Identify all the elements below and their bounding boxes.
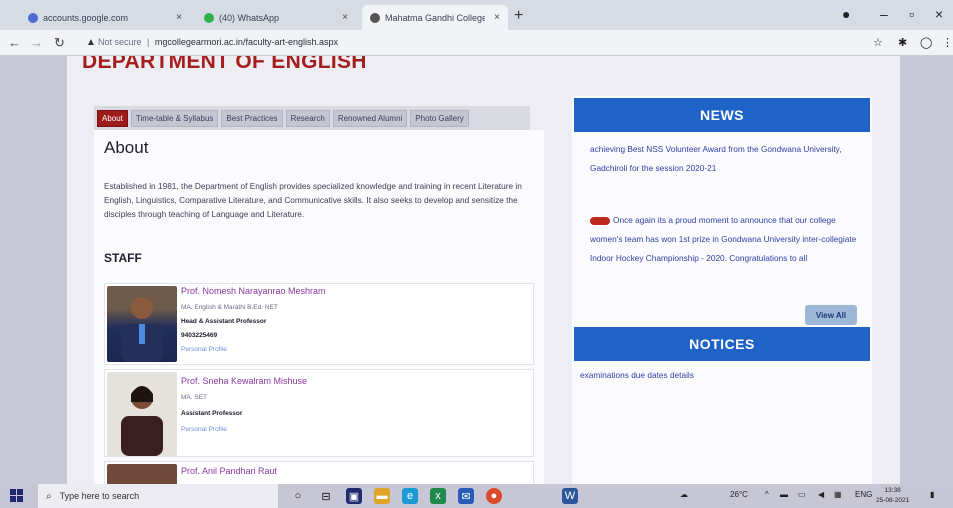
address-bar: ← → ↻ ▲ Not secure | mgcollegearmori.ac.… — [0, 30, 953, 56]
browser-tab-whatsapp[interactable]: (40) WhatsApp × — [196, 5, 356, 30]
new-tab-icon[interactable]: + — [514, 7, 523, 25]
taskbar: ⌕ Type here to search ○ ⊟ ▣ ▬ e x ✉ ● W … — [0, 484, 953, 508]
keyboard-icon[interactable]: ▦ — [834, 490, 842, 499]
cortana-icon[interactable]: ○ — [290, 488, 306, 504]
weather-icon[interactable]: ☁ — [680, 490, 688, 499]
notifications-icon[interactable]: ▮ — [930, 490, 934, 499]
task-view-icon[interactable]: ⊟ — [318, 488, 334, 504]
network-icon[interactable]: ▬ — [780, 490, 788, 499]
staff-qualification: MA. SET — [181, 394, 208, 401]
reload-icon[interactable]: ↻ — [54, 35, 65, 51]
profile-link[interactable]: Personal Profile — [181, 426, 227, 433]
tab-title: Mahatma Gandhi College Armor — [385, 12, 485, 23]
close-tab-icon[interactable]: × — [488, 12, 500, 23]
windows-start-icon[interactable] — [10, 489, 24, 503]
staff-designation: Head & Assistant Professor — [181, 318, 267, 325]
search-placeholder: Type here to search — [59, 491, 140, 501]
close-tab-icon[interactable]: × — [336, 12, 348, 23]
staff-name[interactable]: Prof. Sneha Kewalram Mishuse — [181, 376, 307, 386]
view-all-button[interactable]: View All — [805, 305, 857, 325]
mail-icon[interactable]: ✉ — [458, 488, 474, 504]
tray-chevron-icon[interactable]: ^ — [765, 490, 769, 499]
news-item[interactable]: Once again its a proud moment to announc… — [590, 211, 864, 268]
clock[interactable]: 13:38 25-08-2021 — [876, 486, 909, 506]
url-security: Not secure — [98, 37, 142, 47]
word-icon[interactable]: W — [562, 488, 578, 504]
staff-card: Prof. Nomesh Narayanrao Meshram MA. Engl… — [104, 283, 534, 365]
staff-photo — [107, 372, 177, 456]
staff-card: Prof. Anil Pandhari Raut — [104, 461, 534, 484]
url-host: mgcollegearmori.ac.in/faculty-art-englis… — [154, 37, 338, 47]
new-badge-icon — [590, 216, 610, 225]
browser-tab-google[interactable]: accounts.google.com × — [20, 5, 190, 30]
volume-icon[interactable]: ◀ — [818, 490, 824, 499]
profile-link[interactable]: Personal Profile — [181, 346, 227, 353]
file-explorer-icon[interactable]: ▬ — [374, 488, 390, 504]
tab-research[interactable]: Research — [285, 109, 330, 127]
search-icon: ⌕ — [46, 490, 52, 502]
tab-photo-gallery[interactable]: Photo Gallery — [410, 109, 469, 127]
time: 13:38 — [884, 487, 901, 494]
staff-photo — [107, 464, 177, 484]
warning-icon[interactable]: ▲ — [86, 37, 96, 48]
forward-icon[interactable]: → — [30, 35, 43, 50]
news-header: NEWS — [574, 98, 870, 132]
person-avatar-icon — [121, 297, 163, 362]
tab-about[interactable]: About — [97, 109, 128, 127]
url-field[interactable]: Not secure | mgcollegearmori.ac.in/facul… — [98, 37, 338, 47]
news-item-text: Once again its a proud moment to announc… — [590, 215, 857, 263]
tab-timetable[interactable]: Time-table & Syllabus — [130, 109, 219, 127]
tab-best-practices[interactable]: Best Practices — [221, 109, 283, 127]
menu-icon[interactable]: ⋮ — [942, 36, 953, 49]
staff-card: Prof. Sneha Kewalram Mishuse MA. SET Ass… — [104, 369, 534, 457]
profile-icon[interactable]: ● — [842, 6, 850, 22]
notice-item[interactable]: examinations due dates details — [580, 370, 694, 380]
language-indicator[interactable]: ENG — [855, 490, 872, 499]
about-text: Established in 1981, the Department of E… — [104, 181, 522, 219]
maximize-icon[interactable]: ▫ — [909, 6, 914, 22]
staff-photo — [107, 286, 177, 362]
staff-qualification: MA. English & Marathi B.Ed. NET — [181, 304, 278, 311]
minimize-icon[interactable]: – — [880, 6, 888, 22]
date: 25-08-2021 — [876, 497, 910, 504]
tab-renowned-alumni[interactable]: Renowned Alumni — [332, 109, 408, 127]
star-icon[interactable]: ☆ — [873, 36, 883, 49]
page-viewport: DEPARTMENT OF ENGLISH About Time-table &… — [0, 56, 953, 484]
browser-tab-strip: accounts.google.com × (40) WhatsApp × Ma… — [0, 0, 953, 30]
back-icon[interactable]: ← — [8, 35, 21, 50]
staff-name[interactable]: Prof. Nomesh Narayanrao Meshram — [181, 286, 326, 296]
tab-title: (40) WhatsApp — [219, 12, 280, 23]
account-icon[interactable]: ◯ — [920, 36, 932, 49]
extensions-icon[interactable]: ✱ — [898, 36, 907, 49]
browser-tab-college[interactable]: Mahatma Gandhi College Armor × — [362, 5, 508, 30]
staff-name[interactable]: Prof. Anil Pandhari Raut — [181, 466, 277, 476]
person-avatar-icon — [121, 386, 163, 456]
whatsapp-icon — [204, 12, 214, 23]
notices-header: NOTICES — [574, 327, 870, 361]
taskbar-search[interactable]: ⌕ Type here to search — [38, 484, 278, 508]
staff-phone: 9403225469 — [181, 332, 218, 339]
news-item[interactable]: achieving Best NSS Volunteer Award from … — [590, 140, 864, 178]
google-icon — [28, 12, 38, 23]
store-icon[interactable]: ▣ — [346, 488, 362, 504]
temperature[interactable]: 26°C — [730, 490, 748, 499]
department-tabs: About Time-table & Syllabus Best Practic… — [94, 106, 530, 130]
tab-title: accounts.google.com — [43, 12, 129, 23]
battery-icon[interactable]: ▭ — [798, 490, 806, 499]
staff-title: STAFF — [104, 251, 142, 265]
close-window-icon[interactable]: × — [935, 6, 943, 22]
department-heading: DEPARTMENT OF ENGLISH — [82, 56, 367, 73]
edge-icon[interactable]: e — [402, 488, 418, 504]
close-tab-icon[interactable]: × — [170, 12, 182, 23]
about-title: About — [104, 138, 149, 157]
globe-icon — [370, 12, 380, 23]
excel-icon[interactable]: x — [430, 488, 446, 504]
staff-designation: Assistant Professor — [181, 410, 243, 417]
chrome-icon[interactable]: ● — [486, 488, 502, 504]
